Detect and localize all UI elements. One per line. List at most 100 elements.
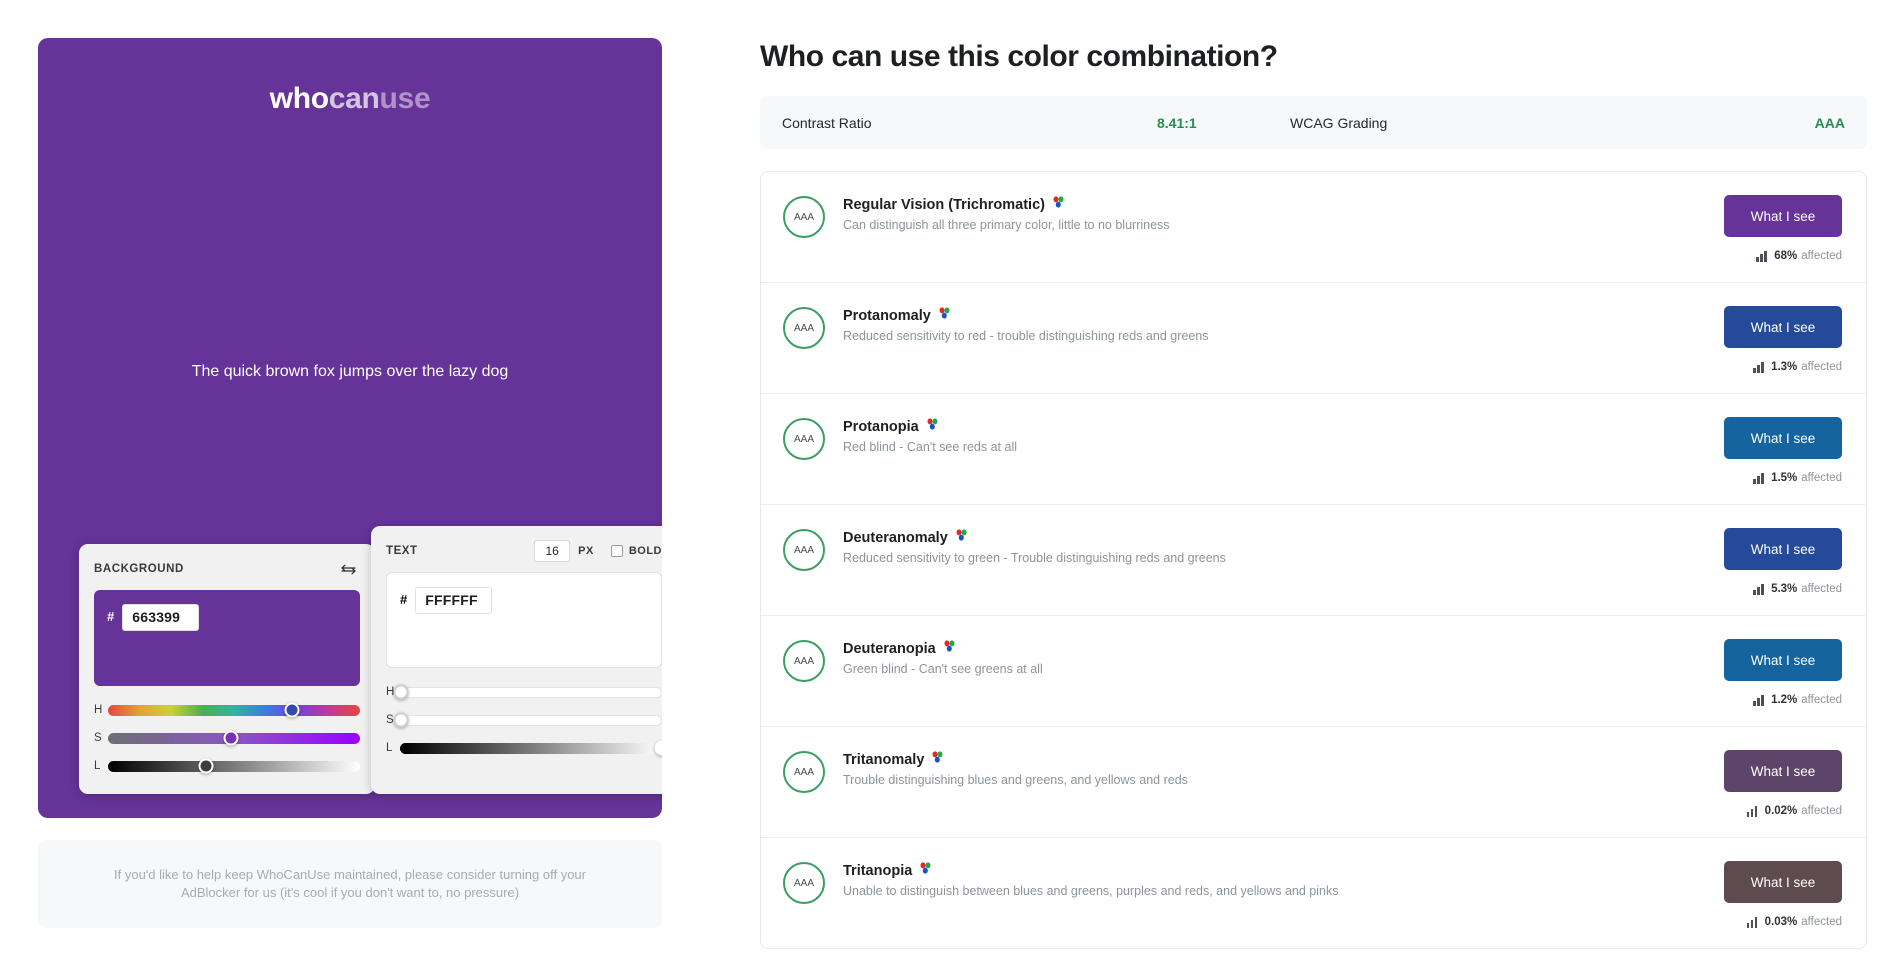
background-color-picker: BACKGROUND # 663399 H — [79, 544, 375, 794]
vision-name-text: Deuteranopia — [843, 641, 936, 657]
affected-percent: 68% — [1774, 250, 1797, 262]
what-i-see-button[interactable]: What I see — [1724, 195, 1842, 237]
vision-type-name: Protanopia — [843, 418, 1724, 435]
app-root: whocanuse The quick brown fox jumps over… — [0, 0, 1897, 965]
wcag-grading-label: WCAG Grading — [1290, 115, 1815, 131]
status-badge: AAA — [783, 751, 825, 793]
background-saturation-slider-row: S — [94, 728, 360, 748]
vision-types-list: AAA Regular Vision (Trichromatic) Can di… — [760, 171, 1867, 949]
text-hex-input[interactable]: FFFFFF — [415, 587, 492, 614]
background-saturation-slider[interactable] — [108, 733, 360, 744]
background-hue-slider[interactable] — [108, 705, 360, 716]
text-saturation-slider-handle[interactable] — [394, 713, 409, 728]
font-size-input[interactable]: 16 — [534, 540, 570, 562]
what-i-see-button[interactable]: What I see — [1724, 417, 1842, 459]
text-hue-slider[interactable] — [400, 687, 662, 698]
adblock-notice: If you'd like to help keep WhoCanUse mai… — [38, 840, 662, 928]
badge-label: AAA — [794, 323, 814, 334]
vision-type-description: Unable to distinguish between blues and … — [843, 884, 1724, 898]
what-i-see-button[interactable]: What I see — [1724, 306, 1842, 348]
bold-checkbox[interactable] — [611, 545, 623, 557]
text-lightness-slider-handle[interactable] — [655, 741, 663, 756]
affected-stat: 68% affected — [1756, 250, 1842, 262]
color-dots-icon — [931, 751, 944, 768]
row-actions: What I see 0.03%affected — [1724, 860, 1842, 928]
background-picker-title: BACKGROUND — [94, 563, 184, 575]
bar-chart-icon — [1756, 251, 1768, 262]
text-lightness-slider-row: L — [386, 738, 662, 758]
text-saturation-slider-row: S — [386, 710, 662, 730]
badge-label: AAA — [794, 767, 814, 778]
affected-suffix: affected — [1801, 694, 1842, 706]
page-title: Who can use this color combination? — [760, 40, 1867, 74]
vision-type-description: Can distinguish all three primary color,… — [843, 218, 1724, 232]
vision-type-name: Tritanomaly — [843, 751, 1724, 768]
saturation-slider-handle[interactable] — [224, 731, 239, 746]
text-picker-header: TEXT 16 PX BOLD — [386, 540, 662, 562]
background-hex-input[interactable]: 663399 — [122, 604, 199, 631]
color-picker-pods: BACKGROUND # 663399 H — [79, 526, 662, 794]
text-saturation-slider[interactable] — [400, 715, 662, 726]
background-hash-symbol: # — [107, 604, 114, 630]
row-actions: What I see 0.02%affected — [1724, 749, 1842, 817]
table-row: AAA Tritanopia Unable to distinguish bet… — [761, 838, 1866, 948]
text-hue-slider-row: H — [386, 682, 662, 702]
table-row: AAA Deuteranomaly Reduced sensitivity to… — [761, 505, 1866, 616]
affected-percent: 1.3% — [1771, 361, 1797, 373]
lightness-slider-handle[interactable] — [199, 759, 214, 774]
vision-type-description: Green blind - Can't see greens at all — [843, 662, 1724, 676]
contrast-ratio-value: 8.41:1 — [1157, 115, 1290, 131]
bar-chart-icon — [1753, 695, 1765, 706]
vision-name-text: Protanomaly — [843, 308, 931, 324]
right-column: Who can use this color combination? Cont… — [700, 0, 1897, 965]
vision-info: Protanomaly Reduced sensitivity to red -… — [843, 305, 1724, 343]
vision-name-text: Protanopia — [843, 419, 919, 435]
background-lightness-slider[interactable] — [108, 761, 360, 772]
what-i-see-button[interactable]: What I see — [1724, 861, 1842, 903]
what-i-see-button[interactable]: What I see — [1724, 639, 1842, 681]
what-i-see-button[interactable]: What I see — [1724, 750, 1842, 792]
vision-type-description: Red blind - Can't see reds at all — [843, 440, 1724, 454]
row-actions: What I see 1.5%affected — [1724, 416, 1842, 484]
logo-part-who: who — [270, 82, 329, 115]
text-lightness-slider[interactable] — [400, 743, 662, 754]
text-hue-slider-handle[interactable] — [394, 685, 409, 700]
table-row: AAA Deuteranopia Green blind - Can't see… — [761, 616, 1866, 727]
hue-slider-handle[interactable] — [284, 703, 299, 718]
badge-label: AAA — [794, 656, 814, 667]
bold-label: BOLD — [629, 545, 662, 557]
contrast-ratio-label: Contrast Ratio — [782, 115, 1157, 131]
affected-suffix: affected — [1801, 805, 1842, 817]
background-hue-slider-row: H — [94, 700, 360, 720]
text-picker-title: TEXT — [386, 545, 418, 557]
status-badge: AAA — [783, 529, 825, 571]
bar-chart-icon — [1747, 917, 1759, 928]
bold-toggle[interactable]: BOLD — [611, 545, 662, 557]
swap-horizontal-icon[interactable] — [336, 558, 360, 580]
color-dots-icon — [1052, 196, 1065, 213]
color-dots-icon — [943, 640, 956, 657]
background-hsl-sliders: H S L — [94, 700, 360, 776]
badge-label: AAA — [794, 878, 814, 889]
vision-info: Protanopia Red blind - Can't see reds at… — [843, 416, 1724, 454]
text-color-swatch[interactable]: # FFFFFF — [386, 572, 662, 668]
status-badge: AAA — [783, 418, 825, 460]
vision-type-name: Deuteranomaly — [843, 529, 1724, 546]
logo-part-use: use — [380, 82, 431, 115]
color-preview-panel: whocanuse The quick brown fox jumps over… — [38, 38, 662, 818]
row-actions: What I see 1.3%affected — [1724, 305, 1842, 373]
affected-suffix: affected — [1801, 250, 1842, 262]
row-actions: What I see 68% affected — [1724, 194, 1842, 262]
vision-type-description: Reduced sensitivity to red - trouble dis… — [843, 329, 1724, 343]
what-i-see-button[interactable]: What I see — [1724, 528, 1842, 570]
row-actions: What I see 1.2%affected — [1724, 638, 1842, 706]
status-badge: AAA — [783, 862, 825, 904]
app-logo: whocanuse — [38, 38, 662, 116]
vision-type-name: Regular Vision (Trichromatic) — [843, 196, 1724, 213]
background-color-swatch[interactable]: # 663399 — [94, 590, 360, 686]
color-dots-icon — [938, 307, 951, 324]
vision-info: Deuteranopia Green blind - Can't see gre… — [843, 638, 1724, 676]
bar-chart-icon — [1753, 473, 1765, 484]
color-dots-icon — [926, 418, 939, 435]
badge-label: AAA — [794, 212, 814, 223]
